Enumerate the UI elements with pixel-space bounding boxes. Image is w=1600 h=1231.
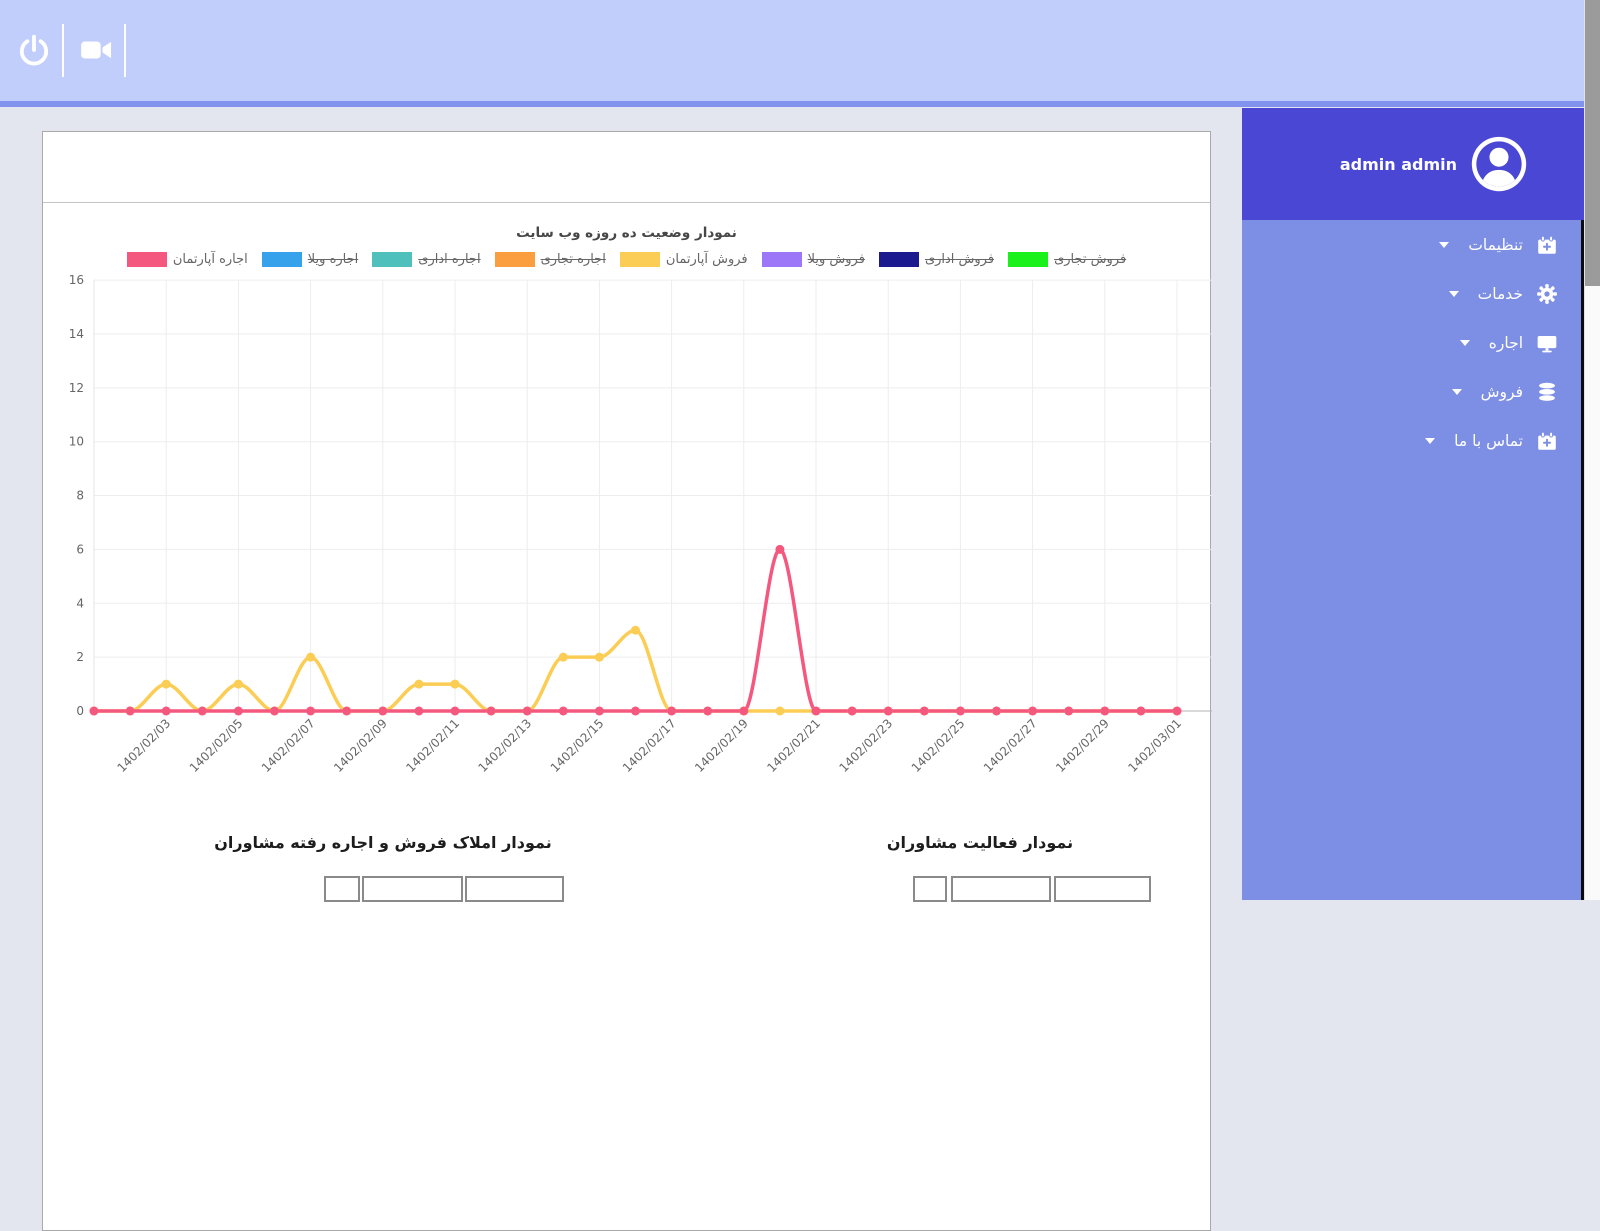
legend-item-7[interactable]: فروش اداری xyxy=(878,252,995,267)
sidebar-menu: تنظیمات خدمات اجاره فروش تماس با ما xyxy=(1242,220,1584,900)
sidebar-item-label: تماس با ما xyxy=(1454,431,1523,450)
svg-text:1402/03/01: 1402/03/01 xyxy=(1125,716,1184,775)
legend-label: اجاره اداری xyxy=(418,252,481,267)
svg-text:6: 6 xyxy=(76,542,84,556)
legend-item-2[interactable]: اجاره ویلا xyxy=(261,252,359,267)
legend-label: فروش آپارتمان xyxy=(665,252,748,267)
svg-text:12: 12 xyxy=(69,381,84,395)
legend-swatch xyxy=(261,252,302,267)
chevron-down-icon xyxy=(1451,388,1462,395)
svg-text:8: 8 xyxy=(76,489,84,503)
sidebar-item-label: خدمات xyxy=(1477,284,1523,303)
svg-text:14: 14 xyxy=(69,327,84,341)
power-icon xyxy=(19,34,49,66)
bottom-left-chart-title: نمودار املاک فروش و اجاره رفته مشاوران xyxy=(214,833,552,852)
svg-text:1402/02/09: 1402/02/09 xyxy=(331,716,390,775)
sidebar-item-1[interactable]: تنظیمات xyxy=(1242,220,1581,269)
page-scrollbar[interactable] xyxy=(1584,0,1600,900)
calendar-plus-icon xyxy=(1536,234,1558,256)
user-panel: admin admin xyxy=(1242,108,1584,220)
chevron-down-icon xyxy=(1439,241,1450,248)
legend-swatch xyxy=(1008,252,1049,267)
top-header-bar xyxy=(0,0,1584,107)
user-avatar[interactable] xyxy=(1470,135,1528,193)
header-separator xyxy=(62,24,64,77)
legend-label: اجاره آپارتمان xyxy=(172,252,248,267)
svg-text:1402/02/23: 1402/02/23 xyxy=(837,716,896,775)
svg-text:1402/02/17: 1402/02/17 xyxy=(620,716,679,775)
svg-text:1402/02/13: 1402/02/13 xyxy=(476,716,535,775)
chevron-down-icon xyxy=(1448,290,1459,297)
svg-text:1402/02/15: 1402/02/15 xyxy=(548,716,607,775)
left-chart-select-1[interactable] xyxy=(362,876,463,902)
legend-swatch xyxy=(619,252,660,267)
monitor-icon xyxy=(1536,332,1558,354)
svg-text:10: 10 xyxy=(69,435,84,449)
sidebar-item-2[interactable]: خدمات xyxy=(1242,269,1581,318)
database-icon xyxy=(1536,381,1558,403)
svg-text:1402/02/11: 1402/02/11 xyxy=(403,716,462,775)
panel-toolbar-strip xyxy=(43,132,1210,203)
sidebar-item-label: اجاره xyxy=(1488,333,1523,352)
chevron-down-icon xyxy=(1425,437,1436,444)
legend-item-3[interactable]: اجاره اداری xyxy=(372,252,481,267)
user-name: admin admin xyxy=(1339,154,1457,174)
svg-text:16: 16 xyxy=(69,273,84,287)
header-separator xyxy=(124,24,126,77)
sidebar-item-3[interactable]: اجاره xyxy=(1242,318,1581,367)
legend-swatch xyxy=(494,252,535,267)
legend-label: اجاره تجاری xyxy=(540,252,606,267)
legend-label: اجاره ویلا xyxy=(307,252,359,267)
svg-text:1402/02/05: 1402/02/05 xyxy=(187,716,246,775)
video-button[interactable] xyxy=(74,26,118,74)
sidebar-item-4[interactable]: فروش xyxy=(1242,367,1581,416)
svg-text:0: 0 xyxy=(76,704,84,718)
legend-swatch xyxy=(878,252,919,267)
legend-swatch xyxy=(372,252,413,267)
legend-item-8[interactable]: فروش تجاری xyxy=(1008,252,1126,267)
dashboard-panel: نمودار وضعیت ده روزه وب سایت اجاره آپارت… xyxy=(42,131,1212,1231)
left-chart-select-2[interactable] xyxy=(465,876,564,902)
svg-text:1402/02/19: 1402/02/19 xyxy=(692,716,751,775)
legend-item-5[interactable]: فروش آپارتمان xyxy=(619,252,748,267)
sidebar-item-label: فروش xyxy=(1480,382,1523,401)
right-chart-select-1[interactable] xyxy=(951,876,1051,902)
power-button[interactable] xyxy=(12,26,56,74)
gear-icon xyxy=(1536,283,1558,305)
legend-item-1[interactable]: اجاره آپارتمان xyxy=(126,252,248,267)
bottom-right-chart-title: نمودار فعالیت مشاوران xyxy=(886,833,1074,852)
calendar-plus-icon xyxy=(1536,430,1558,452)
sidebar-item-label: تنظیمات xyxy=(1468,235,1523,254)
svg-text:1402/02/25: 1402/02/25 xyxy=(909,716,968,775)
legend-swatch xyxy=(761,252,802,267)
status-line-chart: 02468101214161402/02/03 1402/02/05 1402/02… xyxy=(69,273,1212,775)
chevron-down-icon xyxy=(1459,339,1470,346)
svg-text:1402/02/21: 1402/02/21 xyxy=(764,716,823,775)
svg-text:2: 2 xyxy=(76,650,84,664)
svg-text:1402/02/27: 1402/02/27 xyxy=(981,716,1040,775)
legend-label: فروش اداری xyxy=(924,252,995,267)
video-camera-icon xyxy=(81,41,112,59)
svg-text:4: 4 xyxy=(76,596,84,610)
svg-text:1402/02/07: 1402/02/07 xyxy=(259,716,318,775)
right-chart-count-input[interactable] xyxy=(913,876,947,902)
legend-item-4[interactable]: اجاره تجاری xyxy=(494,252,606,267)
svg-text:1402/02/03: 1402/02/03 xyxy=(115,716,174,775)
left-chart-count-input[interactable] xyxy=(324,876,360,902)
svg-text:1402/02/29: 1402/02/29 xyxy=(1053,716,1112,775)
right-chart-select-2[interactable] xyxy=(1054,876,1151,902)
legend-item-6[interactable]: فروش ویلا xyxy=(761,252,865,267)
legend-swatch xyxy=(126,252,167,267)
legend-label: فروش ویلا xyxy=(807,252,865,267)
chart-legend: اجاره آپارتمان اجاره ویلا اجاره اداری اجاره… xyxy=(43,252,1210,267)
legend-label: فروش تجاری xyxy=(1054,252,1127,267)
sidebar-item-5[interactable]: تماس با ما xyxy=(1242,416,1581,465)
main-chart-title: نمودار وضعیت ده روزه وب سایت xyxy=(516,225,737,241)
scrollbar-thumb[interactable] xyxy=(1585,0,1600,286)
